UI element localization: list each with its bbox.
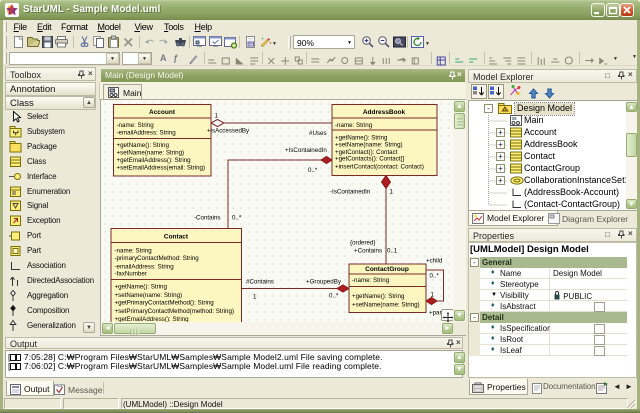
svg-text:-name: String: -name: String (115, 247, 153, 254)
svg-text:+getName(): String: +getName(): String (117, 142, 170, 149)
svg-text:#Uses: #Uses (309, 130, 327, 137)
svg-text:-name: String: -name: String (335, 122, 373, 129)
svg-text:+setPrimaryContactMethod(metho: +setPrimaryContactMethod(method: String) (115, 308, 235, 315)
svg-text:+getEmailAddress(): String: +getEmailAddress(): String (117, 157, 192, 164)
svg-text:+getName(): String: +getName(): String (115, 284, 168, 291)
svg-text:+setName(name: String): +setName(name: String) (117, 150, 185, 157)
svg-text:0..*: 0..* (308, 167, 318, 174)
svg-text:+setName(name: String): +setName(name: String) (115, 292, 183, 299)
svg-text:0..1: 0..1 (387, 248, 398, 255)
svg-text:1: 1 (215, 113, 219, 120)
svg-text:1: 1 (390, 189, 394, 196)
svg-text:1: 1 (253, 294, 257, 301)
svg-text:+setName(name: String): +setName(name: String) (335, 142, 403, 149)
svg-text:+getName(): String: +getName(): String (352, 293, 405, 300)
svg-text:0..*: 0..* (430, 273, 440, 280)
svg-text:-name: String: -name: String (352, 277, 390, 284)
svg-text:Contact: Contact (164, 234, 189, 241)
svg-text:-IsContainedIn: -IsContainedIn (330, 189, 371, 196)
svg-text:+getContacts(): Contact[]: +getContacts(): Contact[] (335, 156, 404, 163)
svg-text:ContactGroup: ContactGroup (365, 266, 409, 273)
svg-text:+setName(name: String): +setName(name: String) (352, 301, 420, 308)
svg-text:AddressBook: AddressBook (363, 109, 406, 116)
svg-text:+IsContainedIn: +IsContainedIn (285, 147, 327, 154)
svg-text:+isAccessedBy: +isAccessedBy (207, 128, 250, 135)
svg-text:+getPrimaryContactMethod(): St: +getPrimaryContactMethod(): String (115, 300, 215, 307)
svg-text:+child: +child (426, 258, 443, 265)
svg-text:-Contains: -Contains (194, 215, 220, 222)
svg-text:+GroupedBy: +GroupedBy (306, 279, 342, 286)
svg-text:+setEmailAddress(email: String: +setEmailAddress(email: String) (117, 164, 206, 171)
svg-text:+insertContact(contact: Contac: +insertContact(contact: Contact) (335, 163, 424, 170)
svg-text:1: 1 (431, 292, 435, 299)
svg-text:0..*: 0..* (232, 215, 242, 222)
svg-text:Account: Account (149, 109, 176, 116)
svg-text:{ordered}: {ordered} (350, 240, 375, 247)
svg-text:-emailAddress: String: -emailAddress: String (117, 130, 177, 137)
svg-text:#Contains: #Contains (246, 279, 274, 286)
svg-text:-primaryContactMethod: String: -primaryContactMethod: String (115, 255, 200, 262)
svg-text:-emailAddress: String: -emailAddress: String (115, 263, 175, 270)
svg-text:0..*: 0..* (329, 293, 339, 300)
svg-text:-name: String: -name: String (117, 122, 155, 129)
svg-text:-faxNumber: -faxNumber (115, 271, 147, 278)
svg-text:+Contains: +Contains (354, 248, 382, 255)
